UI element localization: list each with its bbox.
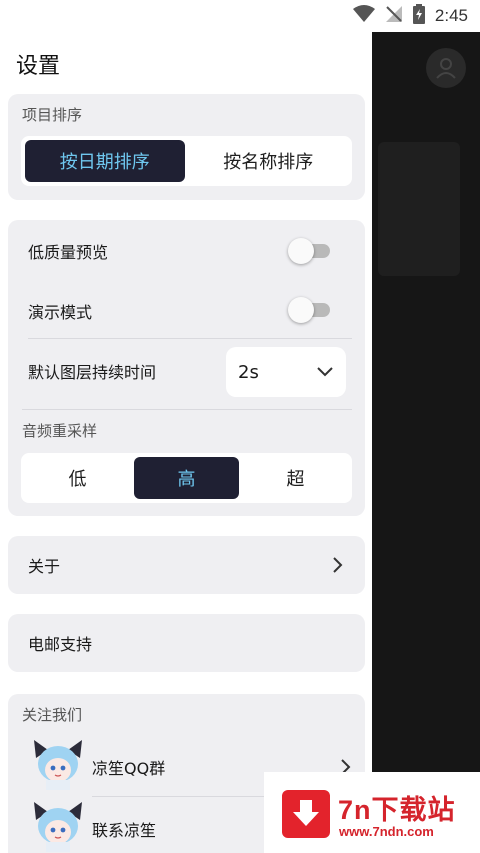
follow-us-label: 关注我们 — [22, 706, 83, 724]
download-icon — [282, 790, 330, 838]
divider — [28, 338, 352, 339]
audio-resample-segmented-control: 低 高 超 — [21, 453, 352, 503]
battery-charging-icon — [412, 4, 425, 28]
resample-high-button[interactable]: 高 — [134, 457, 239, 499]
low-quality-preview-toggle[interactable] — [288, 238, 332, 264]
watermark-url: www.7ndn.com — [339, 824, 434, 839]
sort-by-date-button[interactable]: 按日期排序 — [25, 140, 185, 182]
demo-mode-toggle[interactable] — [288, 297, 332, 323]
divider — [22, 409, 352, 410]
audio-resample-label: 音频重采样 — [22, 422, 98, 440]
low-quality-preview-label: 低质量预览 — [28, 243, 109, 262]
drawer-title: 设置 — [16, 54, 61, 79]
chevron-down-icon — [316, 362, 334, 383]
background-card — [378, 142, 460, 276]
wifi-icon — [352, 5, 375, 27]
qq-group-label: 凉笙QQ群 — [92, 759, 166, 778]
status-time: 2:45 — [434, 6, 468, 25]
layer-duration-dropdown[interactable]: 2s — [226, 347, 346, 397]
site-watermark: 7n下载站 www.7ndn.com — [264, 772, 480, 853]
contact-label: 联系凉笙 — [92, 821, 157, 840]
demo-mode-label: 演示模式 — [28, 303, 93, 322]
settings-drawer: 设置 项目排序 按日期排序 按名称排序 低质量预览 演示模式 默认图层持续时间 … — [0, 32, 372, 853]
watermark-title: 7n下载站 — [338, 795, 456, 825]
email-support-row[interactable]: 电邮支持 — [8, 614, 365, 672]
sort-segmented-control: 按日期排序 按名称排序 — [21, 136, 352, 186]
about-row[interactable]: 关于 — [8, 536, 365, 594]
sort-label: 项目排序 — [22, 106, 83, 124]
options-card: 低质量预览 演示模式 默认图层持续时间 2s 音频重采样 低 高 超 — [8, 220, 365, 516]
sort-card: 项目排序 按日期排序 按名称排序 — [8, 94, 365, 200]
signal-off-icon — [385, 5, 403, 27]
resample-low-button[interactable]: 低 — [25, 457, 130, 499]
resample-ultra-button[interactable]: 超 — [243, 457, 348, 499]
default-layer-duration-label: 默认图层持续时间 — [28, 363, 157, 382]
email-support-label: 电邮支持 — [28, 635, 93, 654]
chevron-right-icon — [332, 556, 344, 578]
layer-duration-value: 2s — [238, 361, 259, 383]
sort-by-name-button[interactable]: 按名称排序 — [189, 140, 349, 182]
status-bar: 2:45 — [0, 0, 480, 32]
profile-icon — [426, 48, 466, 88]
about-label: 关于 — [28, 557, 61, 576]
